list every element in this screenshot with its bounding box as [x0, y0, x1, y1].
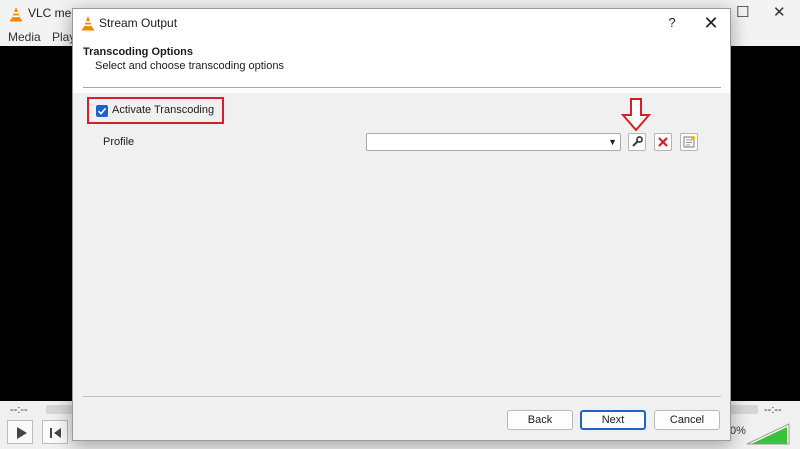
activate-transcoding-checkbox[interactable] — [96, 105, 108, 117]
new-profile-button[interactable] — [680, 133, 698, 151]
wizard-header: Transcoding Options Select and choose tr… — [73, 39, 730, 93]
close-icon[interactable]: ✕ — [773, 5, 786, 21]
previous-button[interactable] — [42, 420, 68, 444]
time-total: --:-- — [764, 404, 782, 416]
help-button[interactable]: ? — [664, 15, 680, 31]
skip-back-icon — [50, 428, 61, 438]
menu-media[interactable]: Media — [8, 30, 41, 44]
play-icon — [17, 427, 27, 439]
footer-divider — [83, 396, 721, 397]
red-x-icon — [658, 137, 668, 147]
delete-profile-button[interactable] — [654, 133, 672, 151]
section-subtitle: Select and choose transcoding options — [95, 60, 284, 72]
checkmark-icon — [97, 107, 107, 115]
profile-label: Profile — [103, 136, 135, 148]
maximize-icon[interactable]: ☐ — [736, 5, 749, 21]
wrench-icon — [632, 136, 643, 147]
dialog-close-button[interactable]: ✕ — [701, 13, 721, 33]
section-title: Transcoding Options — [83, 46, 194, 58]
vlc-cone-icon — [82, 16, 94, 31]
vlc-window-title: VLC med — [28, 6, 79, 20]
play-button[interactable] — [7, 420, 33, 444]
cancel-button[interactable]: Cancel — [654, 410, 720, 430]
next-button[interactable]: Next — [580, 410, 646, 430]
dialog-title: Stream Output — [99, 16, 178, 30]
dialog-titlebar: Stream Output ? ✕ — [73, 9, 730, 39]
vlc-cone-icon — [10, 7, 22, 22]
dropdown-arrow-icon: ▼ — [608, 137, 617, 147]
back-button[interactable]: Back — [507, 410, 573, 430]
profile-dropdown[interactable]: ▼ — [366, 133, 621, 151]
volume-percent: 0% — [730, 425, 746, 437]
down-arrow-icon — [621, 98, 651, 132]
edit-profile-button[interactable] — [628, 133, 646, 151]
activate-transcoding-label[interactable]: Activate Transcoding — [112, 104, 214, 116]
new-profile-icon — [683, 136, 695, 148]
volume-slider[interactable] — [746, 423, 790, 445]
header-divider — [83, 87, 721, 88]
stream-output-dialog: Stream Output ? ✕ Transcoding Options Se… — [72, 8, 731, 441]
close-icon: ✕ — [703, 13, 719, 33]
time-elapsed: --:-- — [10, 404, 28, 416]
